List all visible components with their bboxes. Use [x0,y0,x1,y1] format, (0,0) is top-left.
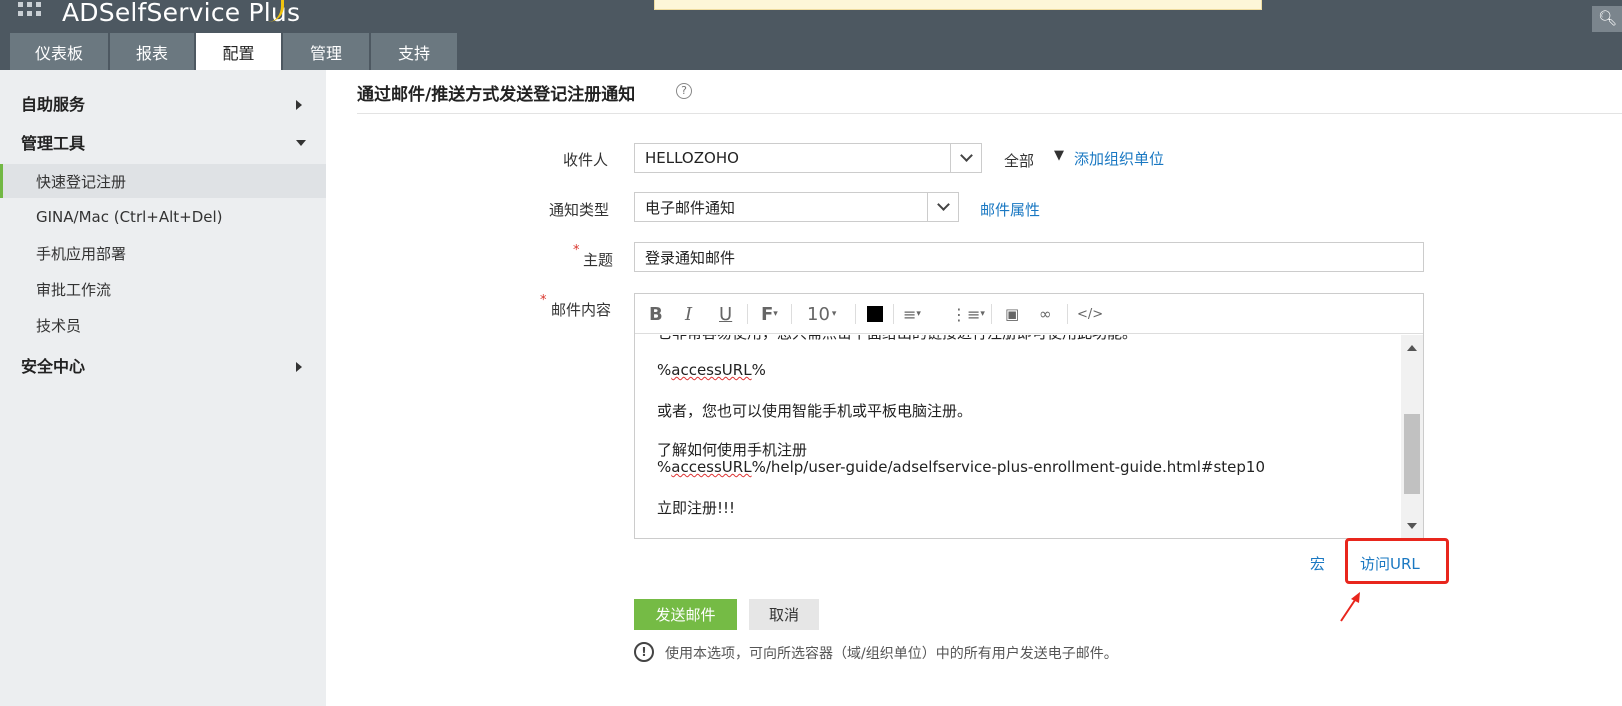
underline-icon[interactable]: U [719,302,732,326]
sidebar-item-approval-workflow[interactable]: 审批工作流 [0,272,326,306]
annotation-highlight-box [1345,538,1449,584]
main-tabs: 仪表板 报表 配置 管理 支持 [10,33,459,70]
toolbar-separator [791,304,792,324]
recipient-value: HELLOZOHO [645,149,739,167]
editor-toolbar: B I U F ▾ 10 ▾ ≡ ▾ ⋮≡ ▾ ▣ ∞ </> [635,294,1423,334]
info-text: 使用本选项，可向所选容器（域/组织单位）中的所有用户发送电子邮件。 [665,646,1118,662]
tab-reports[interactable]: 报表 [110,33,194,70]
sidebar-item-label: 快速登记注册 [36,172,127,191]
font-family-icon[interactable]: F ▾ [761,302,778,326]
sidebar-item-quick-enrollment[interactable]: 快速登记注册 [0,164,326,198]
editor-line: 它非常容易使用，您只需点击下面给出的链接进行注册即可使用此功能。 [657,335,1137,343]
editor-body[interactable]: 它非常容易使用，您只需点击下面给出的链接进行注册即可使用此功能。 %access… [635,335,1400,538]
align-icon[interactable]: ≡ ▾ [903,302,921,326]
sidebar: 自助服务 管理工具 快速登记注册 GINA/Mac (Ctrl+Alt+Del)… [0,70,326,706]
scope-text: 全部 [1004,152,1035,170]
required-mark: * [573,243,580,258]
tab-dashboard[interactable]: 仪表板 [10,33,108,70]
macro-variable: accessURL [671,361,752,379]
link-icon[interactable]: ∞ [1039,302,1052,326]
macro-variable: accessURL [671,458,752,476]
add-ou-link[interactable]: 添加组织单位 [1074,148,1164,169]
sidebar-item-label: 技术员 [36,316,82,335]
font-size-value: 10 [807,303,830,325]
scroll-up-icon[interactable] [1407,345,1417,351]
mail-properties-link[interactable]: 邮件属性 [980,199,1040,220]
bold-icon[interactable]: B [649,302,663,326]
recipient-label: 收件人 [563,151,609,169]
notification-type-select[interactable]: 电子邮件通知 [634,192,959,222]
sidebar-item-technicians[interactable]: 技术员 [0,308,326,342]
subject-label: 主题 [583,251,614,269]
tab-support[interactable]: 支持 [371,33,457,70]
toolbar-separator [1067,304,1068,324]
macro-link[interactable]: 宏 [1310,553,1325,574]
cancel-button[interactable]: 取消 [749,599,819,630]
editor-line: %accessURL%/help/user-guide/adselfservic… [657,458,1266,476]
scroll-thumb[interactable] [1404,414,1420,494]
source-code-icon[interactable]: </> [1077,302,1103,326]
toolbar-separator [991,304,992,324]
sidebar-item-label: 审批工作流 [36,280,112,299]
chevron-down-icon [296,140,306,146]
help-icon[interactable]: ? [676,83,692,99]
search-button[interactable]: 🔍︎ [1592,6,1622,32]
list-icon[interactable]: ⋮≡ ▾ [951,302,985,326]
notice-bar [654,0,1262,10]
sidebar-item-gina-mac[interactable]: GINA/Mac (Ctrl+Alt+Del) [0,200,326,234]
toolbar-separator [747,304,748,324]
info-icon: ! [634,642,654,662]
chevron-down-icon[interactable] [950,144,981,172]
chevron-right-icon [296,100,302,110]
tab-admin[interactable]: 管理 [283,33,369,70]
rich-text-editor[interactable]: B I U F▾ 10▾ ≡▾ ⋮≡▾ ▣ ∞ </> 它非常容易使用，您只需点… [634,293,1424,539]
editor-line-rest: %/help/user-guide/adselfservice-plus-enr… [751,458,1266,476]
annotation-arrow-icon [1340,592,1360,622]
required-mark: * [540,293,547,308]
page-title: 通过邮件/推送方式发送登记注册通知 [357,85,636,105]
editor-line: 立即注册!!! [657,499,736,517]
font-size-select[interactable]: 10 ▾ [807,302,836,326]
image-icon[interactable]: ▣ [1005,302,1019,326]
text-color-icon[interactable] [867,302,883,326]
italic-icon[interactable]: I [685,302,692,326]
notification-type-value: 电子邮件通知 [645,198,736,217]
notification-type-label: 通知类型 [549,201,610,219]
editor-line: 或者，您也可以使用智能手机或平板电脑注册。 [657,402,973,420]
search-icon: 🔍︎ [1598,9,1618,27]
content-label: 邮件内容 [551,301,612,319]
editor-scrollbar[interactable] [1401,335,1423,538]
toolbar-separator [893,304,894,324]
sidebar-section-security-center[interactable]: 安全中心 [21,353,85,377]
chevron-down-icon[interactable] [927,193,958,221]
toolbar-separator [855,304,856,324]
sidebar-item-label: 手机应用部署 [36,244,127,263]
chevron-right-icon [296,362,302,372]
sidebar-item-label: GINA/Mac (Ctrl+Alt+Del) [36,208,223,226]
sidebar-item-mobile-deployment[interactable]: 手机应用部署 [0,236,326,270]
scroll-down-icon[interactable] [1407,523,1417,529]
title-divider [357,113,1622,114]
subject-input[interactable] [634,242,1424,272]
product-logo[interactable]: ADSelfService Plus [62,0,300,27]
tab-configuration[interactable]: 配置 [196,33,281,70]
recipient-select[interactable]: HELLOZOHO [634,143,982,173]
send-email-button[interactable]: 发送邮件 [634,599,737,630]
top-header: ADSelfService Plus 🔍︎ 仪表板 报表 配置 管理 支持 [0,0,1622,70]
sidebar-section-self-service[interactable]: 自助服务 [21,91,85,115]
editor-line: %accessURL% [657,361,766,379]
filter-icon: ▼ [1054,148,1064,163]
editor-line: 了解如何使用手机注册 [657,441,808,459]
apps-grid-icon[interactable] [18,0,42,20]
sidebar-section-admin-tools[interactable]: 管理工具 [21,130,85,154]
